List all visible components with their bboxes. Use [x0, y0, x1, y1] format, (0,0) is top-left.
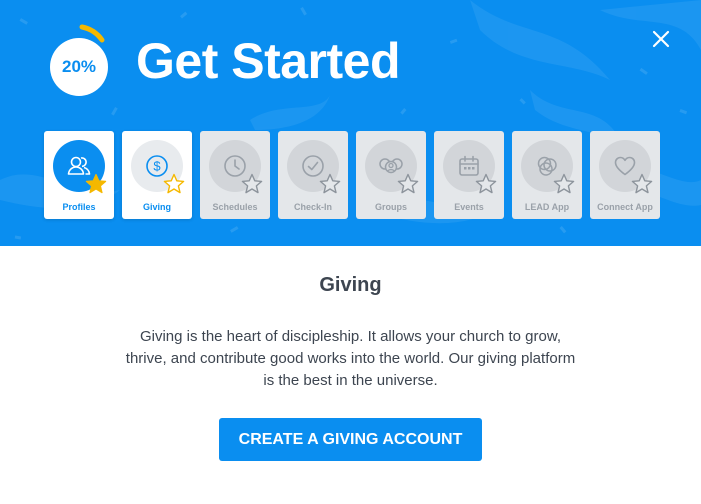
step-label: Check-In — [293, 202, 332, 212]
step-tile-lead-app[interactable]: LEAD App — [512, 131, 582, 219]
step-label: Giving — [142, 202, 171, 212]
star-outline-icon — [319, 173, 341, 194]
step-label: Profiles — [62, 202, 96, 212]
star-outline-icon — [241, 173, 263, 194]
progress-badge: 20% — [50, 38, 108, 96]
step-label: Connect App — [597, 202, 653, 212]
progress-label: 20% — [61, 57, 97, 76]
get-started-modal: 20% Get Started Profiles $ Giving Schedu… — [0, 0, 701, 504]
step-tile-giving[interactable]: $ Giving — [122, 131, 192, 219]
step-tile-events[interactable]: Events — [434, 131, 504, 219]
hero-banner: 20% Get Started Profiles $ Giving Schedu… — [0, 0, 701, 246]
star-outline-icon — [631, 173, 653, 194]
close-icon[interactable] — [650, 28, 672, 50]
step-tiles: Profiles $ Giving Schedules Check-In Gro… — [44, 131, 664, 219]
create-giving-account-button[interactable]: CREATE A GIVING ACCOUNT — [219, 418, 482, 461]
step-label: Groups — [374, 202, 407, 212]
section-description: Giving is the heart of discipleship. It … — [125, 328, 576, 389]
page-title: Get Started — [136, 33, 401, 89]
step-tile-connect-app[interactable]: Connect App — [590, 131, 660, 219]
star-filled-icon — [85, 173, 107, 194]
step-label: Events — [454, 202, 484, 212]
star-outline-icon — [397, 173, 419, 194]
step-tile-schedules[interactable]: Schedules — [200, 131, 270, 219]
star-outline-icon — [475, 173, 497, 194]
step-label: Schedules — [212, 202, 258, 212]
step-tile-profiles[interactable]: Profiles — [44, 131, 114, 219]
step-tile-check-in[interactable]: Check-In — [278, 131, 348, 219]
star-outline-icon — [163, 173, 185, 194]
step-label: LEAD App — [524, 202, 570, 212]
step-tile-groups[interactable]: Groups — [356, 131, 426, 219]
section-title: Giving — [319, 274, 382, 296]
svg-text:$: $ — [153, 159, 161, 174]
star-outline-icon — [553, 173, 575, 194]
